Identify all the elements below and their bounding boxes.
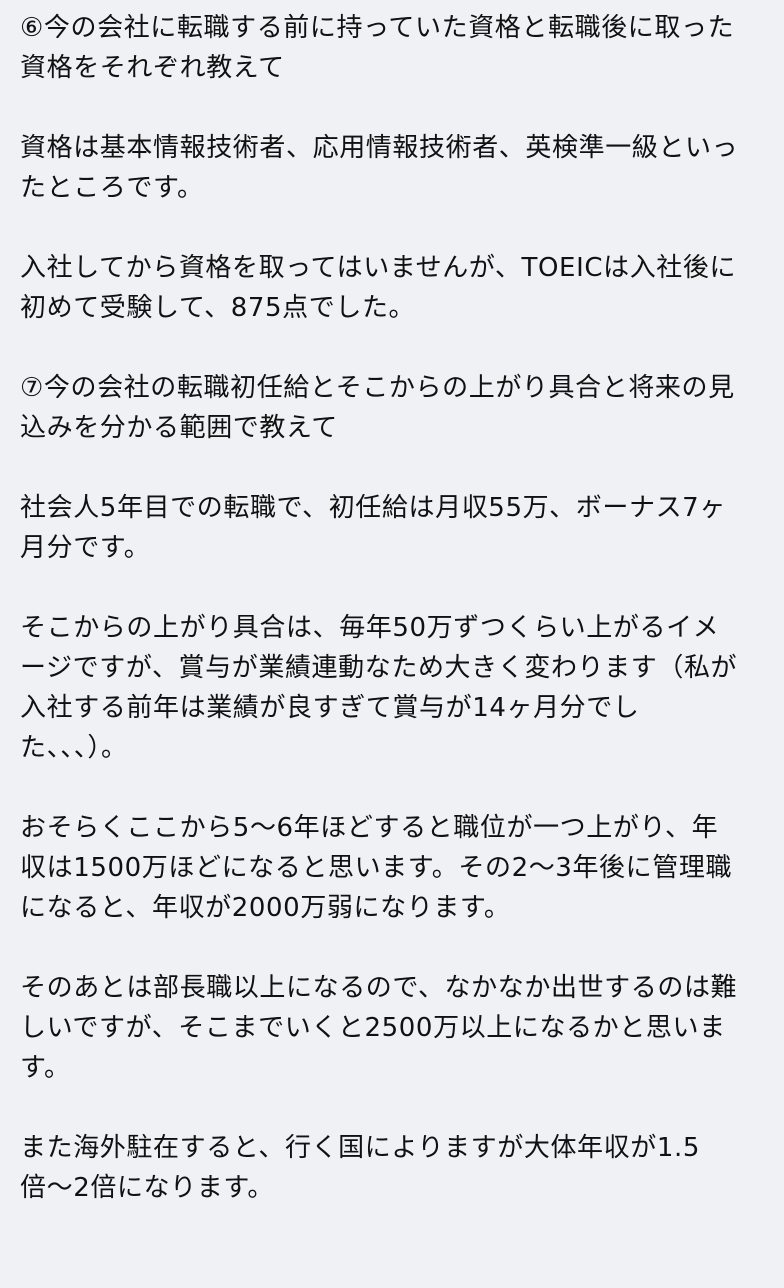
answer-6a-line-1: 資格は基本情報技術者、応用情報技術者、英検準一級といっ (20, 133, 739, 163)
question-7-line-1: ⑦今の会社の転職初任給とそこからの上がり具合と将来の見 (20, 373, 735, 403)
answer-7a-line-2: 月分です。 (20, 533, 151, 563)
answer-7d-line-2: しいですが、そこまでいくと2500万以上になるかと思いま (20, 1013, 726, 1043)
answer-7b-line-2: ージですが、賞与が業績連動なため大きく変わります（私が (20, 653, 738, 683)
answer-7d-line-3: す。 (20, 1053, 71, 1083)
answer-7b-line-1: そこからの上がり具合は、毎年50万ずつくらい上がるイメ (20, 613, 720, 643)
answer-7a-line-1: 社会人5年目での転職で、初任給は月収55万、ボーナス7ヶ (20, 493, 726, 523)
question-6-line-1: ⑥今の会社に転職する前に持っていた資格と転職後に取った (20, 13, 735, 43)
answer-7e-line-2: 倍〜2倍になります。 (20, 1173, 274, 1203)
answer-7b-line-3: 入社する前年は業績が良すぎて賞与が14ヶ月分でし (20, 693, 640, 723)
answer-6a-line-2: たところです。 (20, 173, 204, 203)
answer-7c-line-2: 収は1500万ほどになると思います。その2〜3年後に管理職 (20, 853, 733, 883)
answer-7e-line-1: また海外駐在すると、行く国によりますが大体年収が1.5 (20, 1133, 700, 1163)
answer-7c-line-3: になると、年収が2000万弱になります。 (20, 893, 511, 923)
answer-7d-line-1: そのあとは部長職以上になるので、なかなか出世するのは難 (20, 973, 738, 1003)
answer-6b-line-2: 初めて受験して、875点でした。 (20, 293, 416, 323)
question-7-line-2: 込みを分かる範囲で教えて (20, 413, 338, 443)
question-6-line-2: 資格をそれぞれ教えて (20, 53, 285, 83)
article-body: ⑥今の会社に転職する前に持っていた資格と転職後に取った 資格をそれぞれ教えて 資… (20, 8, 776, 1208)
answer-6b-line-1: 入社してから資格を取ってはいませんが、TOEICは入社後に (20, 253, 737, 283)
answer-7c-line-1: おそらくここから5〜6年ほどすると職位が一つ上がり、年 (20, 813, 719, 843)
answer-7b-line-4: た、、、）。 (20, 733, 128, 763)
